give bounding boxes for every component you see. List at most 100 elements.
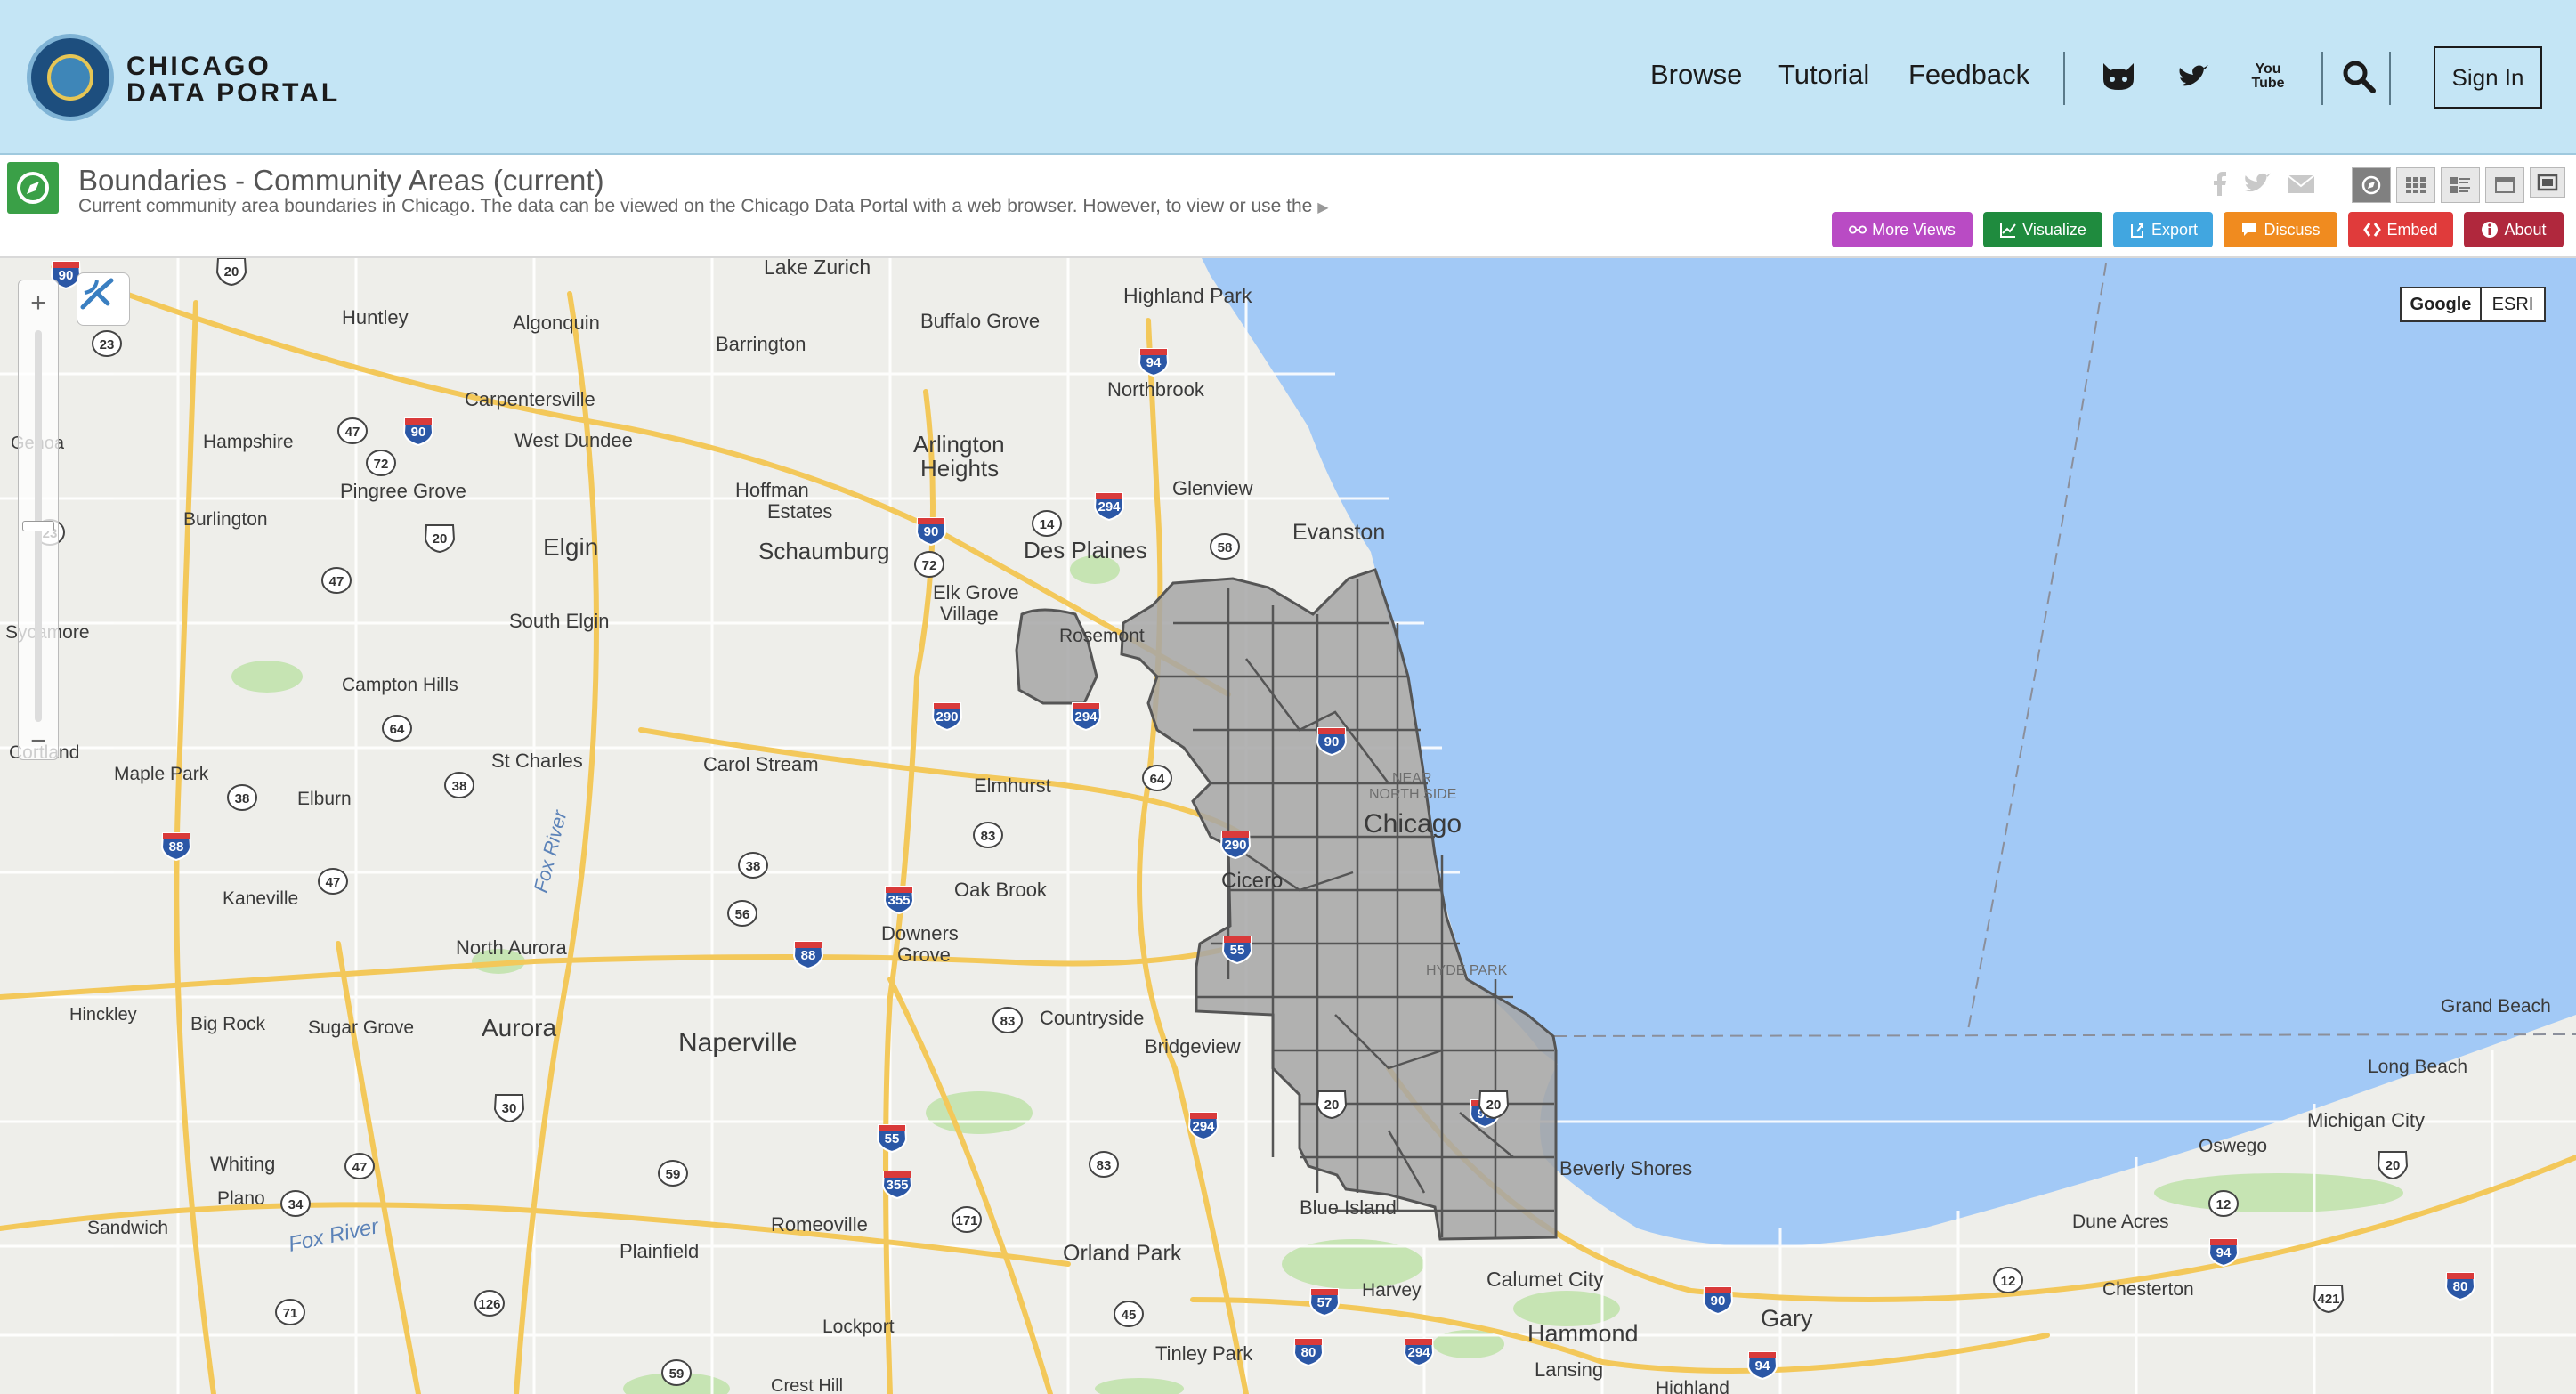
place-label: Sandwich	[87, 1218, 168, 1238]
svg-text:34: 34	[288, 1197, 304, 1212]
place-label: Oswego	[2199, 1136, 2267, 1156]
map-view-button[interactable]	[2352, 167, 2391, 203]
place-label: Barrington	[716, 333, 806, 355]
svg-text:20: 20	[1324, 1098, 1340, 1113]
route-shield: 20	[215, 258, 247, 287]
map-canvas[interactable]: 9020239447907229490145872232047290294649…	[0, 258, 2576, 1394]
nav-feedback[interactable]: Feedback	[1908, 59, 2029, 91]
facebook-icon[interactable]	[2206, 169, 2234, 198]
place-label: Harvey	[1362, 1280, 1422, 1301]
zoom-slider-handle[interactable]	[22, 521, 54, 531]
map-view[interactable]: 9020239447907229490145872232047290294649…	[0, 258, 2576, 1394]
basemap-esri-button[interactable]: ESRI	[2480, 287, 2546, 322]
place-label: Arlington	[913, 431, 1005, 458]
logo-line-2: DATA PORTAL	[126, 78, 341, 108]
route-shield: 83	[992, 1007, 1023, 1033]
dataset-description: Current community area boundaries in Chi…	[78, 196, 1329, 217]
sign-in-button[interactable]: Sign In	[2434, 46, 2542, 109]
embed-button[interactable]: Embed	[2348, 212, 2453, 247]
email-icon[interactable]	[2286, 169, 2315, 198]
youtube-icon[interactable]: You Tube	[2247, 55, 2289, 98]
nav-tutorial[interactable]: Tutorial	[1778, 59, 1869, 91]
youtube-icon-line-1: You	[2255, 61, 2281, 77]
place-label: St Charles	[491, 750, 583, 772]
twitter-icon[interactable]	[2172, 55, 2215, 98]
list-view-icon	[2450, 177, 2470, 193]
about-button[interactable]: About	[2464, 212, 2564, 247]
route-shield: 71	[275, 1299, 305, 1325]
place-label: Elk Grove	[933, 581, 1019, 604]
place-label: North Aurora	[456, 936, 567, 959]
export-button[interactable]: Export	[2113, 212, 2213, 247]
place-label: Whiting	[210, 1153, 275, 1175]
place-label: Chicago	[1364, 809, 1462, 839]
dataset-title: Boundaries - Community Areas (current)	[78, 164, 604, 197]
route-shield: 38	[444, 772, 474, 798]
route-shield: 294	[1187, 1112, 1219, 1141]
route-shield: 56	[727, 900, 757, 927]
svg-text:421: 421	[2317, 1292, 2339, 1307]
svg-text:90: 90	[924, 524, 939, 539]
export-icon	[2128, 221, 2146, 239]
fullscreen-button[interactable]	[2530, 167, 2565, 198]
place-label: Estates	[767, 500, 832, 523]
zoom-out-button[interactable]: −	[22, 725, 54, 758]
route-shield: 294	[1070, 702, 1102, 732]
place-label: Carol Stream	[703, 753, 819, 775]
route-shield: 12	[2208, 1190, 2239, 1217]
place-label: Hoffman	[735, 479, 809, 501]
svg-text:83: 83	[1000, 1014, 1016, 1029]
svg-text:20: 20	[433, 531, 448, 547]
map-view-icon	[2361, 175, 2381, 195]
place-label: Michigan City	[2307, 1109, 2425, 1131]
place-label: Pingree Grove	[340, 480, 466, 502]
svg-text:90: 90	[411, 425, 426, 440]
svg-text:290: 290	[936, 709, 958, 725]
svg-text:47: 47	[345, 425, 360, 440]
map-tools-icon	[80, 278, 114, 310]
place-label: Evanston	[1292, 520, 1385, 545]
search-icon[interactable]	[2337, 55, 2380, 98]
grid-view-button[interactable]	[2396, 167, 2435, 203]
embed-label: Embed	[2386, 220, 2438, 239]
route-shield: 34	[280, 1190, 311, 1217]
twitter-share-icon[interactable]	[2243, 169, 2272, 198]
svg-text:71: 71	[283, 1306, 298, 1321]
map-tools-button[interactable]	[77, 272, 130, 326]
svg-text:45: 45	[1122, 1308, 1137, 1323]
route-shield: 290	[1219, 831, 1252, 860]
discuss-button[interactable]: Discuss	[2224, 212, 2337, 247]
svg-text:88: 88	[169, 839, 184, 855]
place-label: Sugar Grove	[308, 1017, 414, 1038]
route-shield: 294	[1093, 492, 1125, 522]
svg-text:23: 23	[100, 337, 115, 353]
github-icon[interactable]	[2097, 55, 2140, 98]
place-label: Beverly Shores	[1559, 1157, 1692, 1179]
route-shield: 59	[658, 1160, 688, 1187]
route-shield: 83	[973, 822, 1003, 848]
svg-text:355: 355	[886, 1178, 908, 1193]
place-label: Downers	[881, 922, 959, 944]
route-shield: 90	[915, 517, 947, 547]
list-view-button[interactable]	[2441, 167, 2480, 203]
nav-browse[interactable]: Browse	[1650, 59, 1742, 91]
site-logo-text[interactable]: CHICAGO DATA PORTAL	[126, 53, 340, 107]
route-shield: 355	[881, 1171, 913, 1200]
visualize-button[interactable]: Visualize	[1983, 212, 2102, 247]
fullscreen-icon	[2537, 174, 2558, 191]
more-views-button[interactable]: More Views	[1832, 212, 1973, 247]
svg-text:72: 72	[922, 558, 937, 573]
compass-icon	[7, 162, 59, 214]
export-label: Export	[2151, 220, 2199, 239]
basemap-google-button[interactable]: Google	[2400, 287, 2482, 322]
svg-text:90: 90	[59, 268, 74, 283]
place-label: Long Beach	[2368, 1057, 2467, 1077]
expand-description-icon[interactable]: ▶	[1317, 200, 1328, 215]
zoom-in-button[interactable]: +	[22, 288, 54, 320]
route-shield: 45	[1114, 1301, 1144, 1327]
place-label: Aurora	[482, 1014, 556, 1041]
place-label: Elgin	[543, 533, 598, 561]
page-view-button[interactable]	[2485, 167, 2524, 203]
city-seal-logo[interactable]	[27, 34, 114, 121]
svg-text:88: 88	[801, 948, 816, 963]
